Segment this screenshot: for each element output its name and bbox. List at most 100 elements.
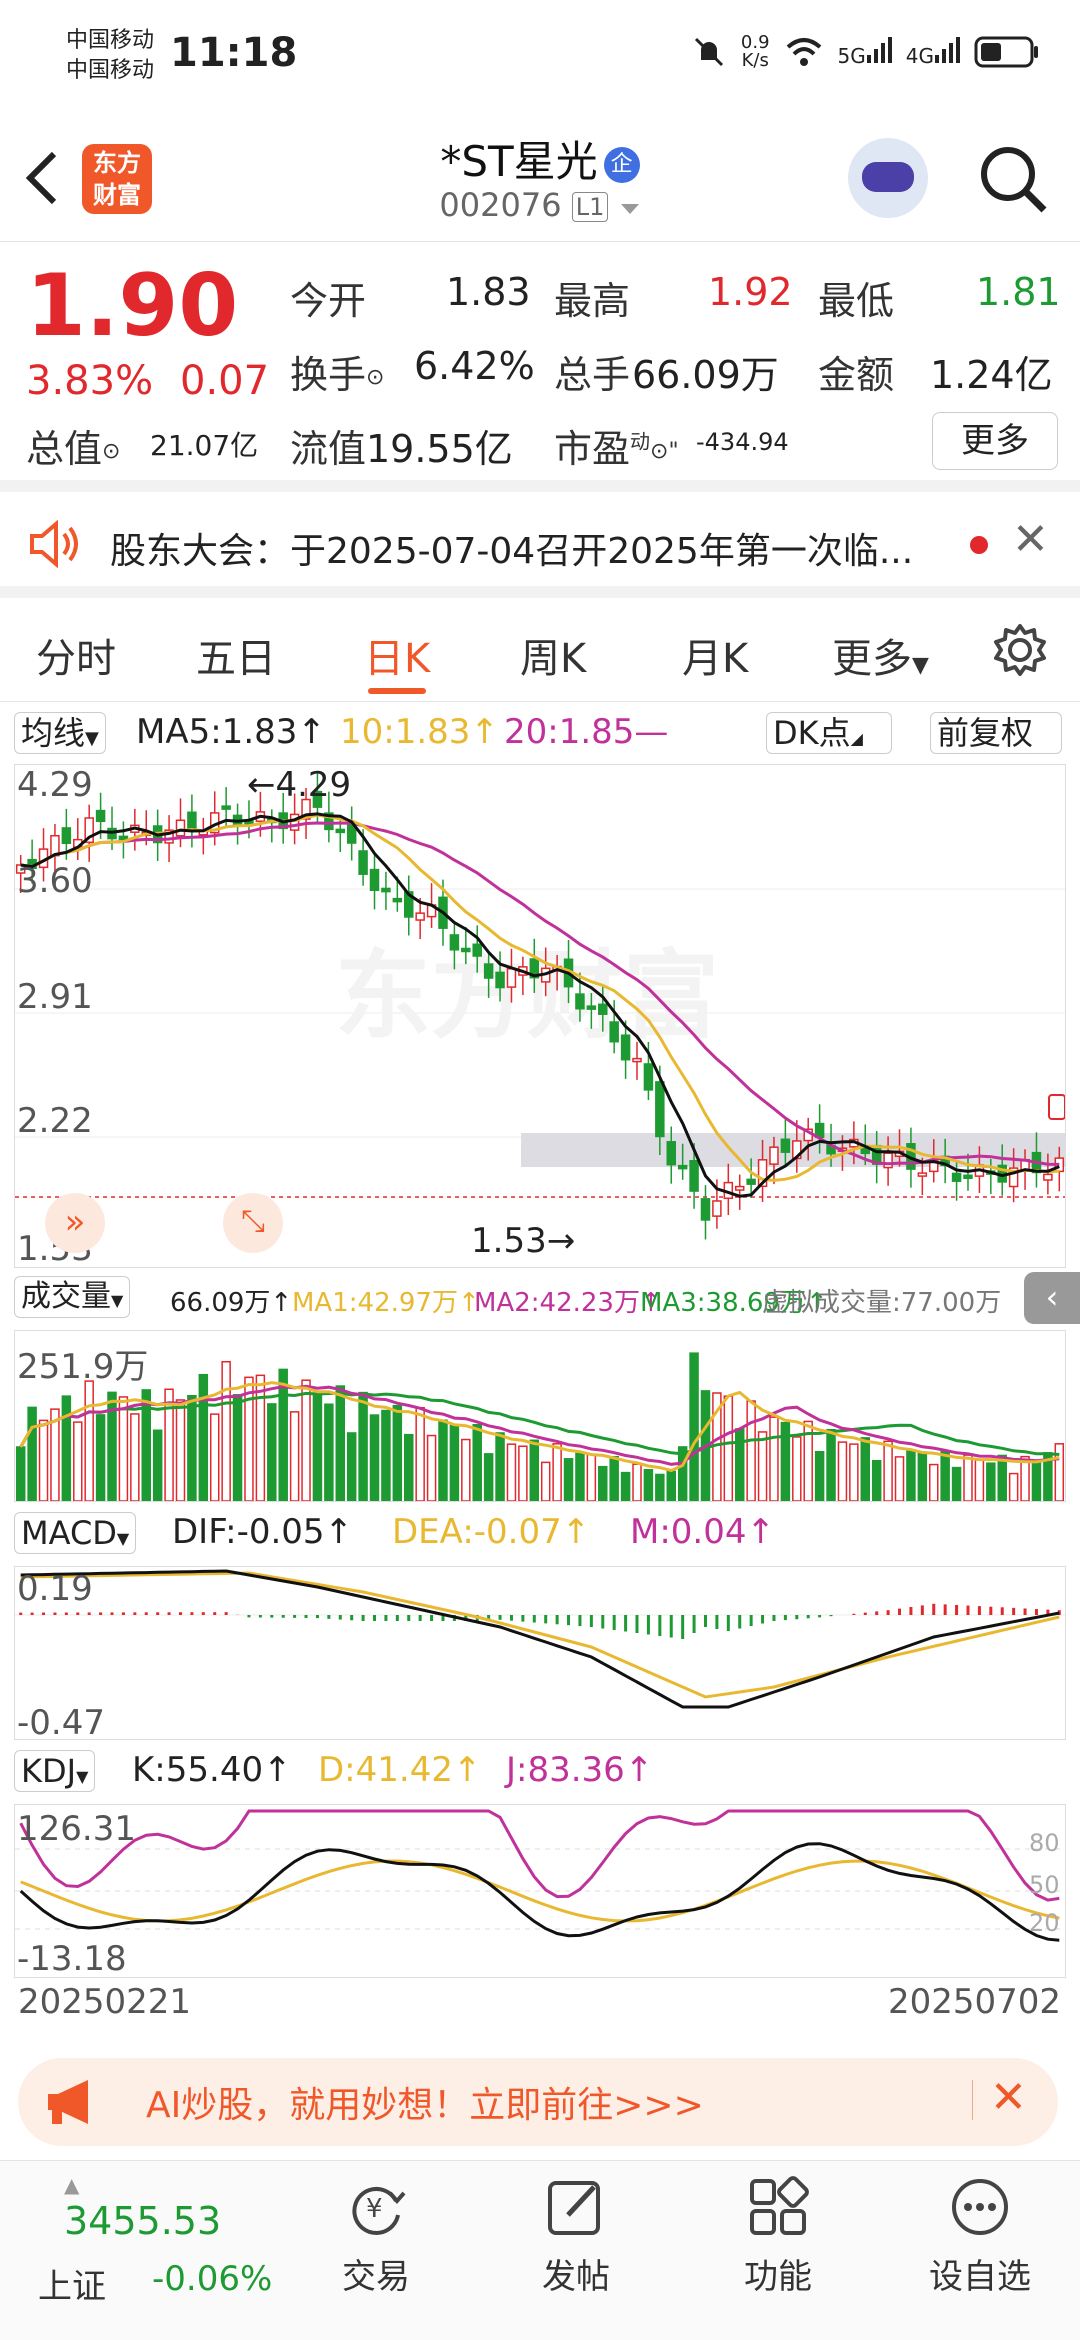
market-cap-label[interactable]: 总值⊙ (26, 418, 120, 473)
candle-body (746, 1178, 756, 1185)
macd-chart[interactable]: 0.19 -0.47 (14, 1566, 1066, 1743)
signal-5g-label: 5G (837, 43, 866, 68)
dea-line (20, 1571, 1060, 1699)
ai-promo-banner[interactable]: AI炒股，就用妙想！立即前往>>> ✕ (0, 2054, 1080, 2154)
candle-body (883, 1152, 893, 1169)
candle-body (472, 943, 482, 957)
kdj-j: J:83.36↑ (506, 1750, 654, 1790)
collapse-panel-button[interactable]: ‹ (1024, 1272, 1080, 1324)
volume-bar (335, 1385, 346, 1501)
candle-body (677, 1164, 688, 1170)
turnover-label[interactable]: 换手⊙ (290, 344, 384, 399)
virtual-volume: 虚拟成交量:77.00万 (762, 1288, 1002, 1318)
volume-bar (209, 1413, 220, 1501)
search-button[interactable] (976, 140, 1050, 220)
volume-bar (860, 1437, 871, 1501)
tab-monthly-k[interactable]: 月K (682, 626, 748, 684)
carrier-1: 中国移动 (66, 28, 155, 53)
dk-point-button[interactable]: DK点◢ (766, 712, 892, 754)
ma-select[interactable]: 均线▼ (14, 712, 106, 754)
corner-arrow-icon: ◢ (850, 729, 863, 748)
volume-label: 总手 (554, 353, 631, 397)
volume-select[interactable]: 成交量▼ (14, 1276, 131, 1318)
volume-bar (563, 1458, 574, 1501)
wifi-icon (786, 38, 821, 66)
float-cap-value: 19.55亿 (366, 427, 513, 471)
tab-more[interactable]: 更多▼ (832, 626, 929, 684)
nav-functions-label: 功能 (744, 2257, 812, 2297)
net-speed: 0.9 K/s (741, 34, 770, 70)
volume-bar (826, 1428, 836, 1501)
pe-label[interactable]: 市盈动⊙" (554, 418, 679, 473)
volume-bar (723, 1395, 734, 1501)
volume-bar (1031, 1459, 1042, 1501)
more-quote-button[interactable]: 更多 (932, 412, 1058, 470)
last-price: 1.90 (26, 256, 239, 356)
edit-icon (548, 2181, 600, 2235)
candle-body (575, 993, 585, 1010)
volume-bar (152, 1429, 163, 1501)
candle-body (118, 835, 129, 841)
nav-functions[interactable]: 功能 (708, 2175, 848, 2298)
candle-body (620, 1034, 631, 1061)
volume-bar (472, 1423, 482, 1501)
yen-cycle-icon: ¥ (352, 2186, 406, 2235)
candle-body (917, 1172, 928, 1177)
announcement-bar[interactable]: 股东大会：于2025-07-04召开2025年第一次临... ✕ (0, 492, 1080, 598)
price-flag-marker[interactable] (1048, 1094, 1065, 1120)
volume-bar (997, 1454, 1007, 1501)
nav-add-watchlist[interactable]: 设自选 (910, 2175, 1050, 2298)
kdj-reference-lines (15, 1848, 1065, 1930)
volume-chart[interactable]: 251.9万 (14, 1330, 1066, 1502)
index-name[interactable]: 上证 (38, 2259, 106, 2308)
volume-bar (346, 1432, 357, 1501)
amount-label: 金额 (818, 353, 895, 397)
macd-top-label: 0.19 (17, 1569, 93, 1609)
candle-body (689, 1160, 699, 1192)
volume-value: 66.09万 (632, 353, 779, 397)
nav-post[interactable]: 发帖 (506, 2175, 646, 2298)
kdj-select[interactable]: KDJ▼ (14, 1750, 96, 1792)
macd-select[interactable]: MACD▼ (14, 1512, 137, 1554)
tab-intraday[interactable]: 分时 (36, 626, 116, 684)
active-tab-indicator (368, 688, 426, 694)
ai-assistant-avatar[interactable] (848, 138, 928, 218)
caret-down-icon: ▼ (111, 1291, 124, 1310)
candle-body (506, 968, 517, 988)
kline-chart[interactable]: 东方财富 4.29 3.60 2.91 2.22 1.53 ←4.29 1.53… (14, 764, 1066, 1269)
volume-bar (552, 1443, 562, 1501)
expand-left-button[interactable]: » (45, 1193, 105, 1253)
volume-bar (438, 1419, 448, 1501)
tab-weekly-k[interactable]: 周K (520, 626, 586, 684)
volume-bar (84, 1380, 94, 1501)
close-promo-button[interactable]: ✕ (990, 2072, 1027, 2123)
volume-bar (506, 1443, 517, 1501)
change-percent: 3.83% (26, 358, 154, 404)
nav-add-watchlist-label: 设自选 (929, 2257, 1031, 2297)
adjustment-button[interactable]: 前复权 (930, 712, 1062, 754)
chart-settings-button[interactable] (990, 620, 1050, 680)
promo-divider (972, 2080, 973, 2120)
candle-body (700, 1198, 711, 1221)
index-value[interactable]: 3455.53 (64, 2199, 221, 2243)
gear-icon (994, 624, 1046, 676)
fullscreen-button[interactable]: ⤡ (223, 1193, 283, 1253)
volume-bar (312, 1392, 323, 1501)
volume-bar (175, 1399, 186, 1501)
unread-dot (970, 536, 988, 554)
volume-bar (267, 1403, 277, 1501)
volume-bar (814, 1450, 825, 1501)
status-bar: 中国移动 中国移动 11:18 0.9 K/s 5G 4G (0, 0, 1080, 120)
tab-daily-k[interactable]: 日K (364, 626, 430, 684)
volume-bar (586, 1453, 597, 1501)
nav-trade[interactable]: ¥ 交易 (306, 2175, 446, 2298)
volume-bar (917, 1451, 928, 1501)
kdj-chart[interactable]: 126.31 -13.18 80 50 20 (14, 1804, 1066, 1979)
tab-five-day[interactable]: 五日 (196, 626, 276, 684)
macd-select-label: MACD (21, 1514, 117, 1552)
ma20-value: 20:1.85— (504, 712, 669, 752)
close-announcement-button[interactable]: ✕ (1012, 514, 1049, 565)
kline-watermark: 东方财富 (335, 940, 719, 1052)
candle-body (598, 1003, 608, 1015)
candle-body (381, 887, 391, 893)
